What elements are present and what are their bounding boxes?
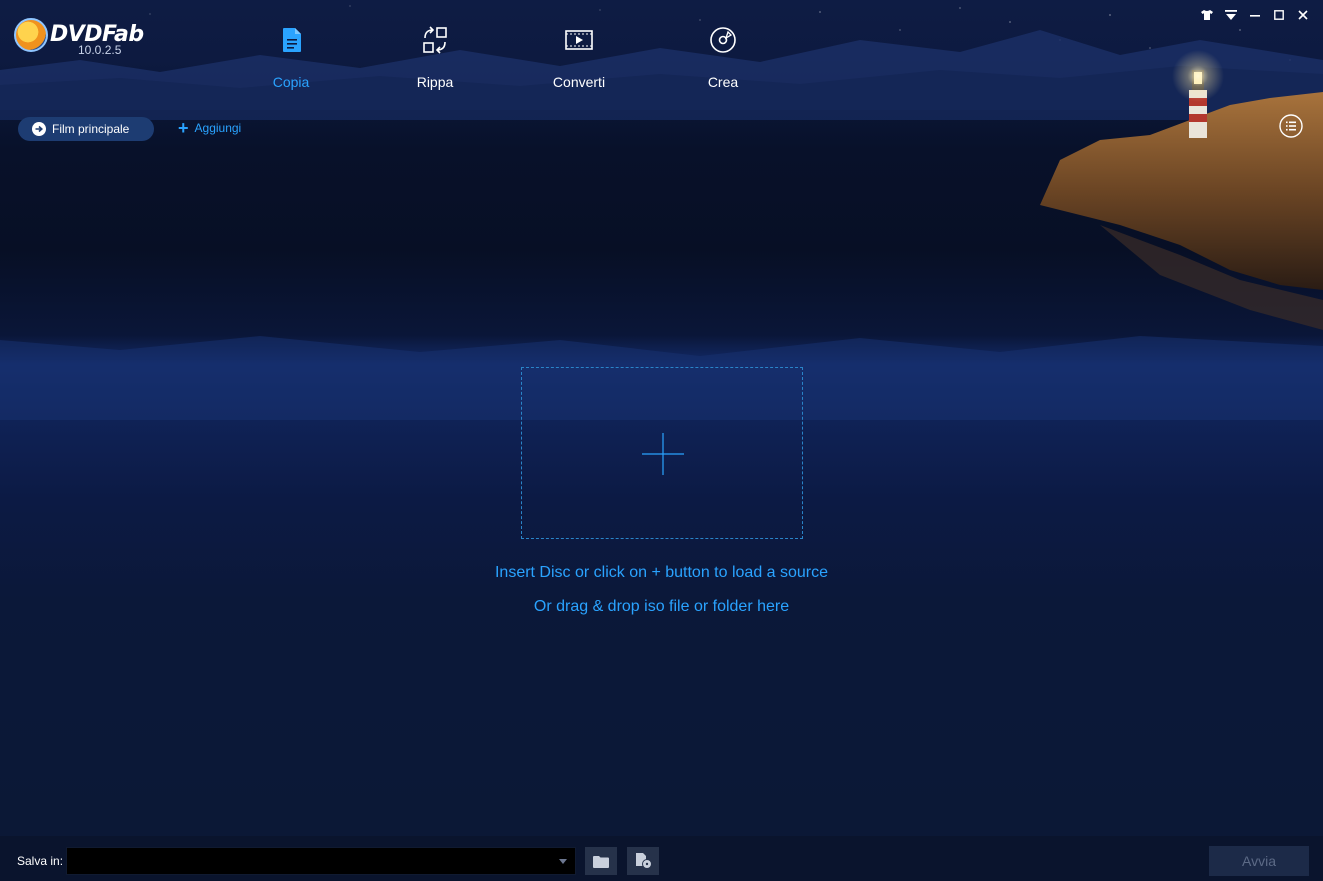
save-to-label: Salva in: [17,854,64,868]
dvdfab-window: DVDFab 10.0.2.5 Copia Rippa Converti Cre… [0,0,1323,881]
tab-copia-label: Copia [272,74,310,90]
save-as-iso-button[interactable] [627,847,659,875]
tab-copia[interactable]: Copia [236,20,346,92]
copy-document-icon [283,28,301,52]
task-list-button[interactable] [1279,114,1303,138]
lighthouse-scenery-background [0,30,1323,420]
menu-dropdown-button[interactable] [1221,6,1241,24]
minimize-button[interactable] [1245,6,1265,24]
folder-icon [593,855,609,868]
arrow-right-circle-icon [32,122,46,136]
add-source-button[interactable]: + Aggiungi [178,118,242,138]
browse-folder-button[interactable] [585,847,617,875]
ripper-icon [423,26,447,54]
tab-crea[interactable]: Crea [668,20,778,92]
dropdown-menu-icon [1225,10,1237,20]
maximize-button[interactable] [1269,6,1289,24]
tshirt-icon [1201,10,1213,20]
main-movie-mode-button[interactable]: Film principale [18,117,154,141]
source-drop-zone[interactable] [521,367,803,539]
skin-button[interactable] [1197,6,1217,24]
monkey-logo-icon [14,18,48,52]
dvdfab-logo: DVDFab 10.0.2.5 [14,18,144,58]
drop-hint-line-1: Insert Disc or click on + button to load… [494,564,829,581]
output-path-field[interactable] [66,847,576,875]
close-icon [1298,10,1308,20]
tab-converti-label: Converti [552,74,606,90]
plus-icon: + [178,118,189,138]
maximize-icon [1274,10,1284,20]
tab-converti[interactable]: Converti [524,20,634,92]
minimize-icon [1250,15,1260,17]
drop-hint-line-2: Or drag & drop iso file or folder here [533,598,790,615]
add-label: Aggiungi [194,121,242,135]
start-button[interactable]: Avvia [1209,846,1309,876]
chevron-down-icon[interactable] [559,859,567,864]
close-button[interactable] [1293,6,1313,24]
app-version: 10.0.2.5 [78,43,122,57]
bottom-bar: Salva in: Avvia [0,836,1323,881]
disc-creator-icon [710,27,736,53]
iso-file-icon [636,853,652,869]
add-source-plus-icon [642,433,684,475]
tab-rippa[interactable]: Rippa [380,20,490,92]
mode-label: Film principale [52,122,130,136]
list-icon [1279,114,1303,138]
tab-crea-label: Crea [707,74,739,90]
film-convert-icon [565,30,593,50]
tab-rippa-label: Rippa [416,74,454,90]
